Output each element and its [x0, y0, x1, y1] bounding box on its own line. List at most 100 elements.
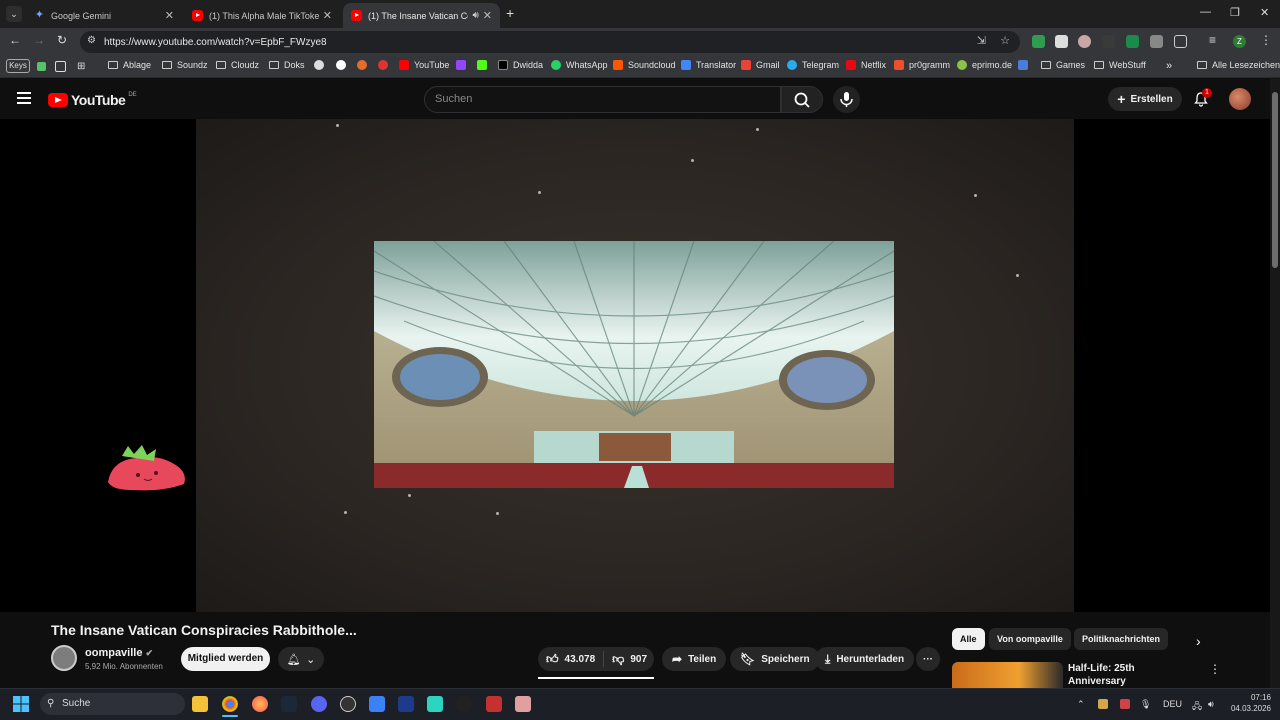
bookmark-site[interactable]	[378, 60, 393, 70]
download-button[interactable]: ⤓ Herunterladen	[815, 647, 915, 671]
input-language[interactable]: DEU	[1163, 699, 1182, 709]
app-icon[interactable]	[456, 696, 472, 712]
app-icon[interactable]	[340, 696, 356, 712]
app-icon[interactable]	[369, 696, 385, 712]
close-icon[interactable]: ✕	[323, 9, 332, 22]
extension-icon[interactable]	[1126, 35, 1139, 48]
search-button[interactable]	[781, 86, 823, 113]
tab-gemini[interactable]: ✦ Google Gemini ✕	[26, 3, 182, 28]
hamburger-menu-icon[interactable]	[17, 92, 31, 104]
channel-name[interactable]: oompaville ✔︎	[85, 647, 153, 659]
account-avatar[interactable]	[1229, 88, 1251, 110]
close-icon[interactable]: ✕	[483, 9, 492, 22]
chrome-icon[interactable]	[222, 696, 238, 712]
app-icon[interactable]	[398, 696, 414, 712]
address-bar[interactable]: ⚙︎ https://www.youtube.com/watch?v=EpbF_…	[80, 31, 1020, 53]
bookmark-netflix[interactable]: Netflix	[846, 60, 886, 70]
back-icon[interactable]: ←	[9, 33, 21, 47]
bookmark-keys[interactable]: Keys	[6, 59, 30, 73]
bookmark-doks[interactable]: Doks	[269, 60, 305, 70]
extensions-puzzle-icon[interactable]	[1174, 35, 1187, 48]
all-bookmarks[interactable]: Alle Lesezeichen	[1197, 60, 1280, 70]
bookmark-icon[interactable]	[37, 62, 46, 71]
extension-icon[interactable]	[1102, 35, 1115, 48]
reload-icon[interactable]: ↻	[57, 33, 67, 47]
microphone-icon[interactable]: 🎙︎	[1140, 699, 1151, 710]
tray-chevron-icon[interactable]: ⌃	[1077, 699, 1085, 710]
close-icon[interactable]: ✕	[165, 9, 174, 22]
extension-icon[interactable]	[1055, 35, 1068, 48]
network-icon[interactable]: 🖧︎	[1192, 699, 1202, 715]
chip-channel[interactable]: Von oompaville	[989, 628, 1071, 650]
new-tab-button[interactable]: +	[506, 5, 514, 21]
extension-icon[interactable]	[1078, 35, 1091, 48]
extension-icon[interactable]	[1150, 35, 1163, 48]
bookmark-eprimo[interactable]: eprimo.de	[957, 60, 1012, 70]
scrollbar-thumb[interactable]	[1272, 92, 1278, 268]
steam-icon[interactable]	[281, 696, 297, 712]
notifications-button[interactable]: 1	[1193, 88, 1212, 112]
bookmark-cloudz[interactable]: Cloudz	[216, 60, 259, 70]
bookmark-gmail[interactable]: Gmail	[741, 60, 780, 70]
bookmark-site[interactable]	[357, 60, 372, 70]
bookmark-soundcloud[interactable]: Soundcloud	[613, 60, 676, 70]
bookmark-dwidda[interactable]: Dwidda	[498, 60, 543, 70]
bookmark-webstuff[interactable]: WebStuff	[1094, 60, 1146, 70]
app-icon[interactable]	[515, 696, 531, 712]
bookmark-site[interactable]	[1018, 60, 1033, 70]
bookmark-games[interactable]: Games	[1041, 60, 1085, 70]
bookmarks-overflow[interactable]: »	[1166, 60, 1172, 72]
bookmark-pr0gramm[interactable]: pr0gramm	[894, 60, 950, 70]
chip-all[interactable]: Alle	[952, 628, 985, 650]
forward-icon[interactable]: →	[33, 33, 45, 47]
chevron-right-icon[interactable]: ›	[1196, 633, 1201, 649]
bookmark-telegram[interactable]: Telegram	[787, 60, 839, 70]
bookmark-site[interactable]	[336, 60, 351, 70]
notepad-icon[interactable]	[427, 696, 443, 712]
discord-icon[interactable]	[311, 696, 327, 712]
create-button[interactable]: + Erstellen	[1108, 87, 1182, 111]
share-button[interactable]: ➦ Teilen	[662, 647, 727, 671]
bookmark-translator[interactable]: Translator	[681, 60, 736, 70]
windows-start-icon[interactable]	[13, 696, 29, 712]
maximize-icon[interactable]: ❐	[1230, 6, 1240, 19]
bookmark-soundz[interactable]: Soundz	[162, 60, 208, 70]
bookmark-icon[interactable]	[55, 61, 66, 72]
volume-icon[interactable]: 🔊︎	[1208, 699, 1214, 710]
install-icon[interactable]: ⇲	[977, 34, 986, 47]
dislike-button[interactable]: 👎︎ 907	[604, 652, 655, 667]
more-actions-button[interactable]: ···	[916, 647, 940, 671]
firefox-icon[interactable]	[252, 696, 268, 712]
voice-search-button[interactable]	[833, 86, 860, 113]
tray-app-icon[interactable]	[1120, 699, 1130, 709]
extension-icon[interactable]	[1032, 35, 1045, 48]
window-close-icon[interactable]: ✕	[1260, 6, 1269, 19]
clock[interactable]: 07:16 04.03.2026	[1229, 692, 1271, 714]
bookmark-site[interactable]	[477, 60, 492, 70]
save-button[interactable]: 🔖︎ Speichern	[730, 647, 820, 671]
apps-grid-icon[interactable]: ⊞	[77, 61, 85, 72]
profile-avatar[interactable]: Z	[1233, 35, 1246, 48]
join-button[interactable]: Mitglied werden	[181, 647, 270, 671]
subscription-bell-button[interactable]: 🔔︎ ⌄	[278, 647, 324, 671]
bookmark-site[interactable]	[314, 60, 329, 70]
recommendation-thumbnail[interactable]	[952, 662, 1063, 688]
recommendation-menu-icon[interactable]: ⋮	[1209, 662, 1221, 676]
bookmark-whatsapp[interactable]: WhatsApp	[551, 60, 608, 70]
bookmark-ablage[interactable]: Ablage	[108, 60, 151, 70]
tray-app-icon[interactable]	[1098, 699, 1108, 709]
bookmark-site[interactable]	[456, 60, 471, 70]
menu-dots-icon[interactable]: ⋮	[1260, 33, 1272, 47]
app-icon[interactable]	[486, 696, 502, 712]
speaker-icon[interactable]: 🔊︎	[472, 10, 478, 21]
like-button[interactable]: 👍︎ 43.078	[538, 651, 605, 667]
youtube-logo[interactable]: YouTube DE	[48, 92, 137, 108]
bookmark-youtube[interactable]: YouTube	[399, 60, 449, 70]
search-input[interactable]: Suchen	[424, 86, 781, 113]
reading-list-icon[interactable]: ≡	[1209, 33, 1216, 47]
tab-search-button[interactable]: ⌄	[6, 6, 22, 22]
minimize-icon[interactable]: —	[1200, 6, 1211, 18]
tab-vatican[interactable]: (1) The Insane Vatican Cons 🔊︎ ✕	[343, 3, 500, 28]
site-info-icon[interactable]: ⚙︎	[87, 35, 96, 46]
tab-tiktoker[interactable]: (1) This Alpha Male TikToker is ✕	[184, 3, 340, 28]
